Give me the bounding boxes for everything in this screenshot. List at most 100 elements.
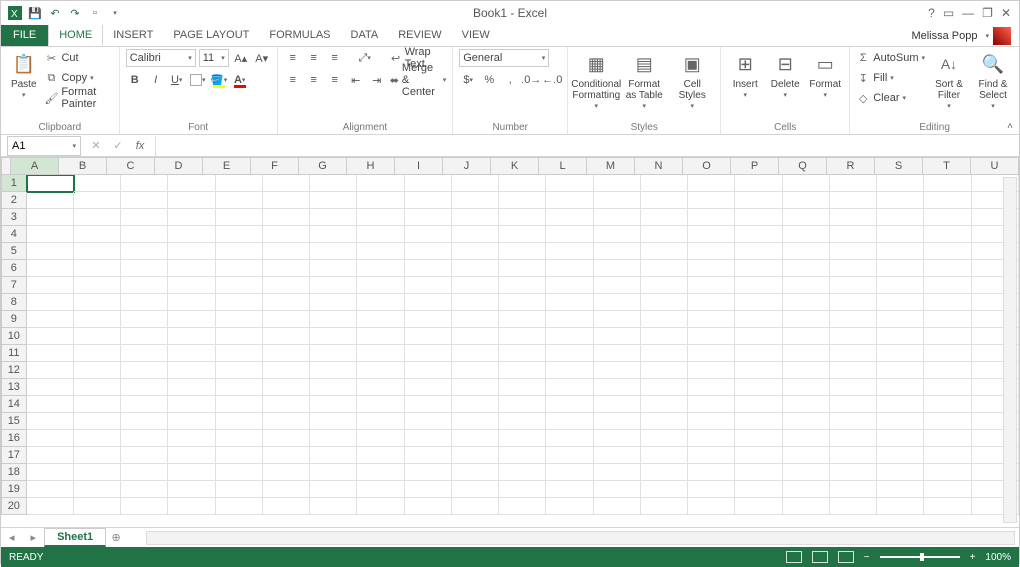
zoom-level[interactable]: 100%	[985, 552, 1011, 563]
cell[interactable]	[499, 192, 546, 209]
cell[interactable]	[924, 413, 971, 430]
cell[interactable]	[405, 362, 452, 379]
tab-insert[interactable]: INSERT	[103, 24, 163, 46]
column-header[interactable]: A	[11, 157, 59, 175]
cell[interactable]	[641, 192, 688, 209]
cell[interactable]	[594, 430, 641, 447]
cell[interactable]	[405, 430, 452, 447]
cell[interactable]	[783, 277, 830, 294]
cell[interactable]	[168, 192, 215, 209]
cell[interactable]	[924, 379, 971, 396]
cell[interactable]	[310, 243, 357, 260]
cell[interactable]	[735, 192, 782, 209]
cell[interactable]	[641, 464, 688, 481]
cut-button[interactable]: ✂Cut	[44, 49, 112, 67]
cell[interactable]	[688, 379, 735, 396]
cell[interactable]	[216, 379, 263, 396]
cell[interactable]	[263, 464, 310, 481]
decrease-decimal-icon[interactable]: ←.0	[543, 71, 561, 89]
cell[interactable]	[216, 413, 263, 430]
cell[interactable]	[924, 243, 971, 260]
cell[interactable]	[594, 498, 641, 515]
cell[interactable]	[74, 192, 121, 209]
cell[interactable]	[688, 260, 735, 277]
cell[interactable]	[27, 498, 74, 515]
cell[interactable]	[263, 209, 310, 226]
cell[interactable]	[499, 277, 546, 294]
cell[interactable]	[877, 498, 924, 515]
percent-format-icon[interactable]: %	[480, 71, 498, 89]
cell[interactable]	[263, 362, 310, 379]
cell[interactable]	[357, 260, 404, 277]
save-icon[interactable]: 💾	[27, 5, 43, 21]
cell[interactable]	[168, 379, 215, 396]
cell[interactable]	[830, 209, 877, 226]
cell[interactable]	[216, 345, 263, 362]
cell[interactable]	[641, 379, 688, 396]
column-header[interactable]: N	[635, 157, 683, 175]
cell[interactable]	[27, 345, 74, 362]
restore-icon[interactable]: ❐	[982, 6, 993, 20]
cell[interactable]	[216, 277, 263, 294]
cell[interactable]	[452, 481, 499, 498]
normal-view-icon[interactable]	[786, 551, 802, 563]
cell[interactable]	[216, 464, 263, 481]
cell[interactable]	[735, 175, 782, 192]
cell[interactable]	[27, 362, 74, 379]
cell[interactable]	[924, 226, 971, 243]
cell[interactable]	[877, 481, 924, 498]
cell[interactable]	[688, 226, 735, 243]
cell[interactable]	[735, 328, 782, 345]
cell[interactable]	[121, 209, 168, 226]
cell[interactable]	[74, 379, 121, 396]
cell[interactable]	[594, 243, 641, 260]
cell[interactable]	[594, 464, 641, 481]
cell[interactable]	[830, 430, 877, 447]
row-header[interactable]: 14	[1, 396, 27, 413]
cell[interactable]	[74, 498, 121, 515]
cell[interactable]	[121, 413, 168, 430]
cell[interactable]	[168, 430, 215, 447]
cell[interactable]	[405, 328, 452, 345]
cell[interactable]	[830, 175, 877, 192]
cell[interactable]	[310, 481, 357, 498]
cell[interactable]	[216, 396, 263, 413]
cell[interactable]	[877, 243, 924, 260]
zoom-slider[interactable]	[880, 556, 960, 558]
cell[interactable]	[310, 209, 357, 226]
column-header[interactable]: T	[923, 157, 971, 175]
cell[interactable]	[168, 243, 215, 260]
cell[interactable]	[641, 498, 688, 515]
cell[interactable]	[263, 175, 310, 192]
cell[interactable]	[594, 362, 641, 379]
cell[interactable]	[405, 447, 452, 464]
decrease-indent-icon[interactable]: ⇤	[347, 71, 365, 89]
formula-input[interactable]	[155, 136, 1019, 156]
cell[interactable]	[168, 345, 215, 362]
cell[interactable]	[74, 464, 121, 481]
cell[interactable]	[546, 413, 593, 430]
cell[interactable]	[546, 175, 593, 192]
cell[interactable]	[74, 362, 121, 379]
cell[interactable]	[27, 209, 74, 226]
cell[interactable]	[405, 260, 452, 277]
column-header[interactable]: P	[731, 157, 779, 175]
cell[interactable]	[452, 413, 499, 430]
cell[interactable]	[783, 464, 830, 481]
cell[interactable]	[405, 345, 452, 362]
tab-review[interactable]: REVIEW	[388, 24, 451, 46]
cell[interactable]	[641, 396, 688, 413]
cell[interactable]	[688, 294, 735, 311]
cell[interactable]	[641, 294, 688, 311]
cell[interactable]	[452, 396, 499, 413]
cell[interactable]	[499, 464, 546, 481]
collapse-ribbon-icon[interactable]: ˄	[1007, 121, 1013, 132]
cell[interactable]	[168, 498, 215, 515]
cell[interactable]	[216, 209, 263, 226]
select-all-corner[interactable]	[1, 157, 11, 175]
cell[interactable]	[121, 396, 168, 413]
cell[interactable]	[735, 379, 782, 396]
cell[interactable]	[357, 328, 404, 345]
cell[interactable]	[357, 447, 404, 464]
cell[interactable]	[168, 175, 215, 192]
